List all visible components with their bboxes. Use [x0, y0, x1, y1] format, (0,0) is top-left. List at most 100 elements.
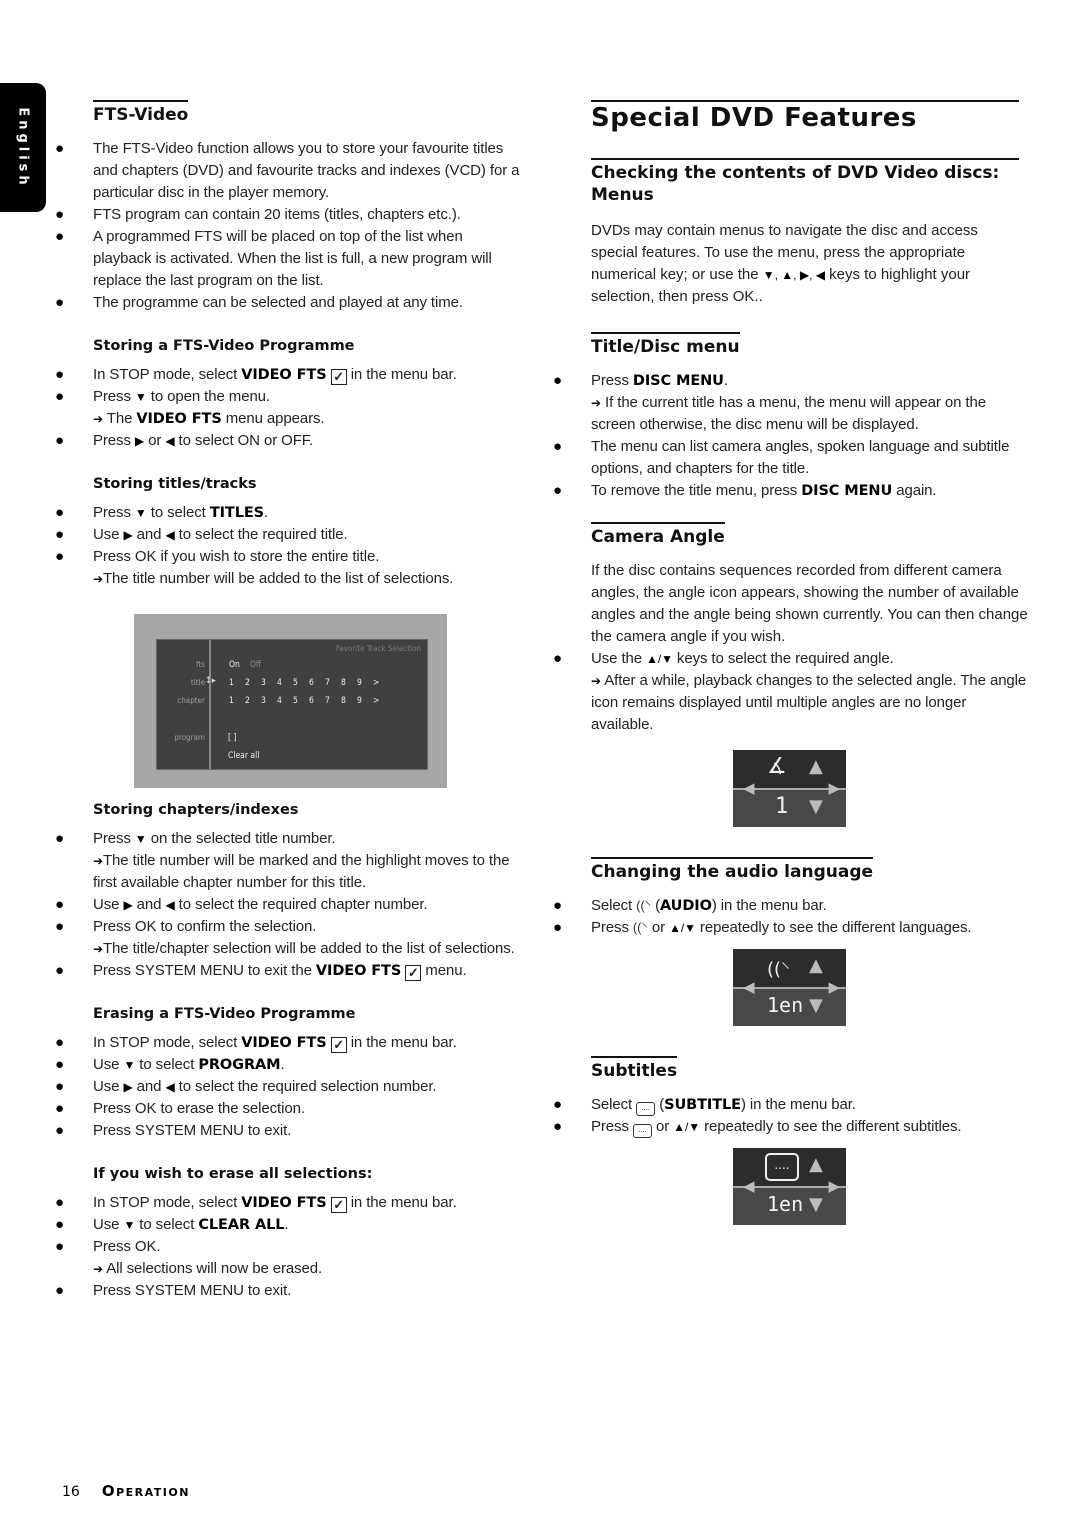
list-item: The FTS-Video function allows you to sto… — [55, 138, 525, 204]
subtitle-value: 1en — [767, 1192, 804, 1216]
up-arrow-icon: ▲ — [809, 756, 823, 777]
updown-right-icon: ↕▸ — [205, 676, 216, 686]
erase-all-heading: If you wish to erase all selections: — [93, 1166, 373, 1182]
chapter-numbers: 1 2 3 4 5 6 7 8 9 > — [229, 696, 380, 706]
fts-menu-header: Favorite Track Selection — [335, 644, 421, 653]
program-value: [ ] — [228, 733, 237, 743]
list-item: Select ((⸌ (AUDIO) in the menu bar. — [553, 895, 1028, 917]
right-arrow-icon: ▶ — [123, 528, 133, 542]
list-item: Press ((⸌ or ▲/▼ repeatedly to see the d… — [553, 917, 1028, 939]
list-item: In STOP mode, select VIDEO FTS ✓ in the … — [55, 1192, 525, 1214]
erase-all-list: In STOP mode, select VIDEO FTS ✓ in the … — [55, 1192, 525, 1302]
camera-angle-heading: Camera Angle — [591, 522, 725, 548]
list-item: Press OK if you wish to store the entire… — [55, 546, 525, 568]
up-down-arrows-icon: ▲/▼ — [669, 921, 696, 935]
audio-icon: ((⸌ — [767, 959, 791, 980]
list-item: Press OK to erase the selection. — [55, 1098, 525, 1120]
down-arrow-icon: ▼ — [809, 796, 823, 817]
right-arrow-icon: ▶ — [828, 779, 840, 797]
title-disc-heading: Title/Disc menu — [591, 332, 740, 358]
program-label: program — [174, 733, 205, 742]
list-item-result: ➔ All selections will now be erased. — [55, 1258, 525, 1280]
title-label: title — [190, 678, 205, 687]
down-arrow-icon: ▼ — [123, 1058, 136, 1072]
storing-list: In STOP mode, select VIDEO FTS ✓ in the … — [55, 364, 525, 452]
list-item-result: ➔ After a while, playback changes to the… — [591, 672, 1027, 733]
down-arrow-icon: ▼ — [809, 995, 823, 1016]
audio-heading: Changing the audio language — [591, 857, 874, 883]
list-item: In STOP mode, select VIDEO FTS ✓ in the … — [55, 364, 525, 386]
fts-divider — [209, 640, 211, 769]
list-item: Press ▼ to open the menu. — [55, 386, 525, 408]
list-item: To remove the title menu, press DISC MEN… — [553, 480, 1028, 502]
clear-all-option: Clear all — [228, 751, 260, 761]
fts-menu-screen: Favorite Track Selection fts On Off title… — [156, 639, 428, 770]
result-arrow-icon: ➔ — [93, 572, 103, 586]
right-arrow-icon: ▶ — [123, 898, 133, 912]
list-item: Use ▼ to select PROGRAM. — [55, 1054, 525, 1076]
list-item: The menu can list camera angles, spoken … — [553, 436, 1028, 480]
list-item: Use ▶ and ◀ to select the required title… — [55, 524, 525, 546]
page-title: Special DVD Features — [591, 100, 1019, 134]
page-number: 16 — [62, 1484, 80, 1500]
list-item: Press ▼ on the selected title number. — [55, 828, 525, 850]
right-arrow-icon: ▶ — [828, 1177, 840, 1195]
right-column: Special DVD Features Checking the conten… — [553, 100, 1028, 736]
subtitle-icon: .... — [636, 1102, 656, 1116]
titles-list: Press ▼ to select TITLES. Use ▶ and ◀ to… — [55, 502, 525, 590]
list-item: Press ▶ or ◀ to select ON or OFF. — [55, 430, 525, 452]
list-item: Press SYSTEM MENU to exit. — [55, 1120, 525, 1142]
chapter-label: chapter — [177, 696, 205, 705]
left-arrow-icon: ◀ — [743, 779, 755, 797]
menus-paragraph: DVDs may contain menus to navigate the d… — [591, 222, 978, 305]
subtitles-section: Subtitles Select .... (SUBTITLE) in the … — [553, 1056, 1028, 1138]
page-footer: 16 Operation — [62, 1482, 190, 1500]
up-arrow-icon: ▲ — [809, 1154, 823, 1175]
result-arrow-icon: ➔ — [591, 674, 601, 688]
list-item-result: ➔The title number will be added to the l… — [55, 568, 525, 590]
down-arrow-icon: ▼ — [134, 832, 147, 846]
erasing-heading: Erasing a FTS-Video Programme — [93, 1006, 356, 1022]
fts-toggle: On Off — [229, 660, 262, 670]
list-item: Press ▼ to select TITLES. — [55, 502, 525, 524]
list-item: Press DISC MENU. — [553, 370, 1028, 392]
storing-heading: Storing a FTS-Video Programme — [93, 338, 355, 354]
subtitle-osd: ◀ ▶ ▲ ▼ .... 1en — [733, 1148, 846, 1225]
fts-intro-list: The FTS-Video function allows you to sto… — [55, 138, 525, 314]
down-arrow-icon: ▼ — [809, 1194, 823, 1215]
left-arrow-icon: ◀ — [165, 898, 175, 912]
video-fts-check-icon: ✓ — [330, 1197, 347, 1213]
right-arrow-icon: ▶ — [123, 1080, 133, 1094]
list-item: Select .... (SUBTITLE) in the menu bar. — [553, 1094, 1028, 1116]
right-arrow-icon: ▶ — [828, 978, 840, 996]
list-item-result: ➔ If the current title has a menu, the m… — [591, 394, 986, 433]
direction-keys-icon: ▼, ▲, ▶, ◀ — [762, 268, 825, 282]
up-down-arrows-icon: ▲/▼ — [673, 1120, 700, 1134]
result-arrow-icon: ➔ — [93, 412, 103, 426]
list-item: Press SYSTEM MENU to exit the VIDEO FTS … — [55, 960, 525, 982]
title-disc-list: Press DISC MENU. ➔ If the current title … — [553, 370, 1028, 502]
audio-osd: ◀ ▶ ▲ ▼ ((⸌ 1en — [733, 949, 846, 1026]
manual-page: English FTS-Video The FTS-Video function… — [0, 0, 1080, 1528]
camera-angle-icon: ∡ — [767, 754, 787, 779]
camera-angle-osd: ◀ ▶ ▲ ▼ ∡ 1 — [733, 750, 846, 827]
titles-heading: Storing titles/tracks — [93, 476, 257, 492]
list-item: A programmed FTS will be placed on top o… — [55, 226, 525, 292]
list-item-result: ➔The title number will be marked and the… — [93, 852, 510, 891]
up-down-arrows-icon: ▲/▼ — [646, 652, 673, 666]
list-item: FTS program can contain 20 items (titles… — [55, 204, 525, 226]
list-item: Press SYSTEM MENU to exit. — [55, 1280, 525, 1302]
camera-list: Use the ▲/▼ keys to select the required … — [553, 648, 1028, 736]
title-numbers: 1 2 3 4 5 6 7 8 9 > — [229, 678, 380, 688]
result-arrow-icon: ➔ — [93, 942, 103, 956]
result-arrow-icon: ➔ — [93, 854, 103, 868]
list-item-result: ➔The title/chapter selection will be add… — [55, 938, 525, 960]
down-arrow-icon: ▼ — [123, 1218, 136, 1232]
chapters-heading: Storing chapters/indexes — [93, 802, 299, 818]
language-tab: English — [0, 83, 46, 212]
list-item: The programme can be selected and played… — [55, 292, 525, 314]
audio-icon: ((⸌ — [632, 920, 648, 935]
subtitles-list: Select .... (SUBTITLE) in the menu bar. … — [553, 1094, 1028, 1138]
audio-list: Select ((⸌ (AUDIO) in the menu bar. Pres… — [553, 895, 1028, 939]
video-fts-check-icon: ✓ — [330, 1037, 347, 1053]
